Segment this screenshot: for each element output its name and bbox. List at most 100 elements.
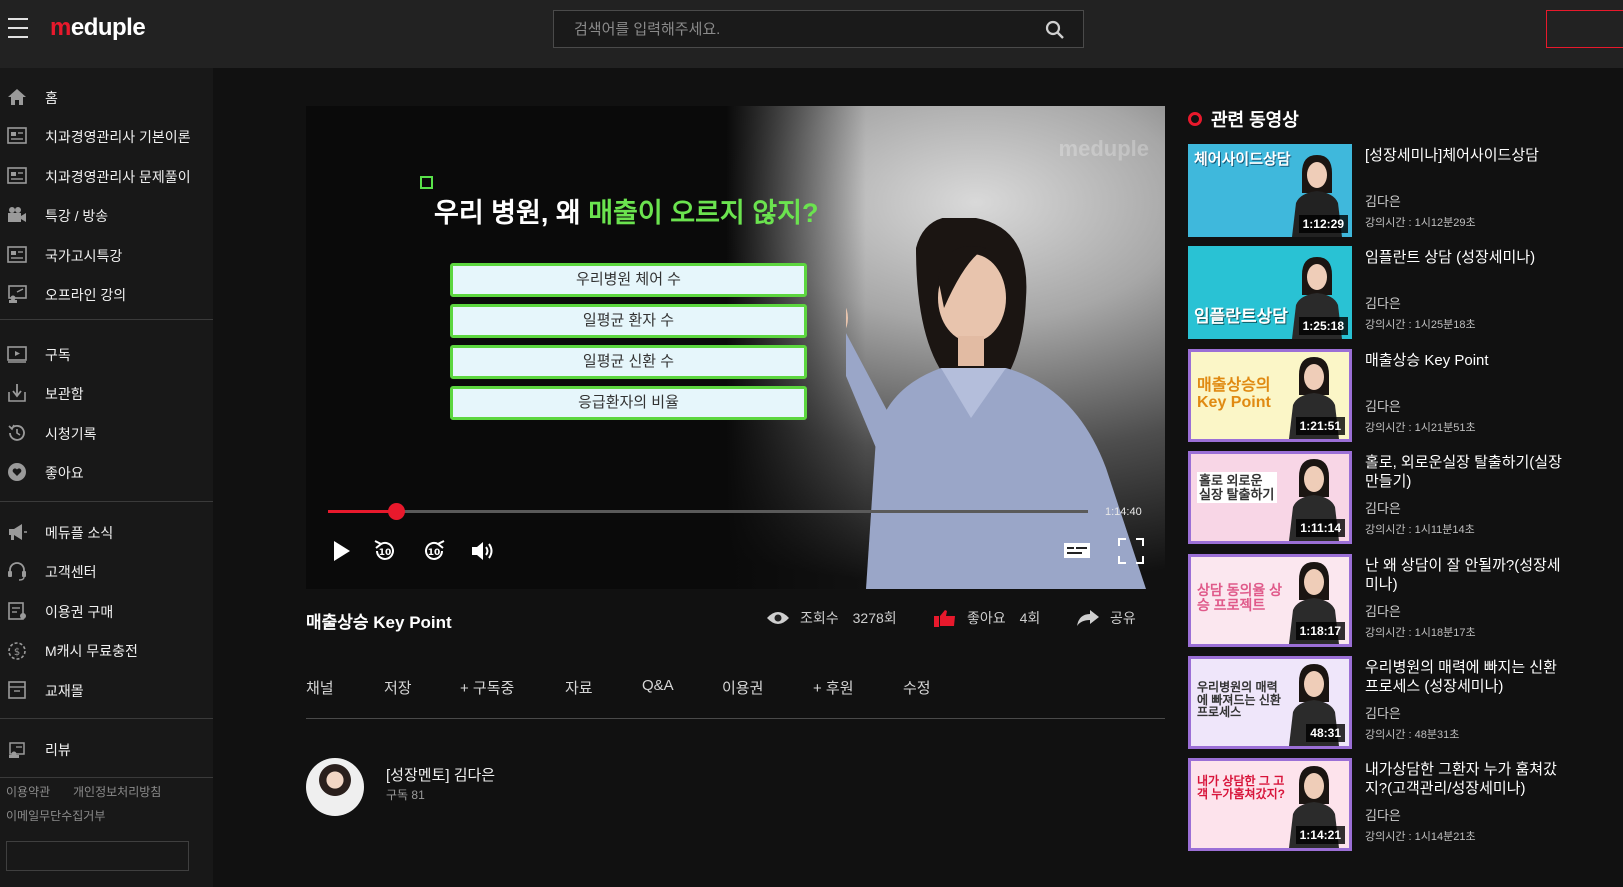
channel-name[interactable]: [성장멘토] 김다은 [386, 764, 495, 785]
sidebar-item-label: 치과경영관리사 기본이론 [45, 129, 191, 145]
tab-subscribing[interactable]: + 구독중 [460, 677, 514, 698]
video-thumbnail[interactable]: 우리병원의 매력에 빠져드는 신환 프로세스 48:31 [1188, 656, 1352, 749]
related-video-title[interactable]: 난 왜 상담이 잘 안될까?(성장세미나) [1365, 556, 1565, 594]
sidebar-item-bookstore[interactable]: 교재몰 [0, 672, 213, 708]
sidebar-item-label: 고객센터 [45, 564, 97, 580]
tab-materials[interactable]: 자료 [565, 677, 593, 698]
sidebar-item-storage[interactable]: 보관함 [0, 375, 213, 411]
related-video-author: 김다은 [1365, 194, 1401, 209]
video-player[interactable]: meduple 우리 병원, 왜 매출이 오르지 않지? 우리병원 체어 수 일… [306, 106, 1165, 589]
video-thumbnail[interactable]: 체어사이드상담 1:12:29 [1188, 144, 1352, 237]
terms-link[interactable]: 이용약관 [6, 783, 50, 800]
family-site-select[interactable] [6, 841, 189, 871]
related-video-item[interactable]: 체어사이드상담 1:12:29 [성장세미나]체어사이드상담 김다은 강의시간 … [1188, 144, 1568, 239]
share-button[interactable]: 공유 [1076, 608, 1136, 628]
related-video-title[interactable]: 내가상담한 그환자 누가 훔쳐갔지?(고객관리/성장세미나) [1365, 760, 1565, 798]
related-video-title[interactable]: 홀로, 외로운실장 탈출하기(실장만들기) [1365, 453, 1565, 491]
sidebar-item-special-broadcast[interactable]: 특강 / 방송 [0, 197, 213, 233]
share-icon [1077, 610, 1099, 626]
tab-edit[interactable]: 수정 [903, 677, 931, 698]
progress-bar[interactable] [328, 503, 1088, 520]
related-video-title[interactable]: 임플란트 상담 (성장세미나) [1365, 248, 1565, 267]
video-thumbnail[interactable]: 매출상승의 Key Point 1:21:51 [1188, 349, 1352, 442]
tabs-divider [306, 718, 1165, 719]
tab-qna[interactable]: Q&A [642, 677, 674, 694]
slide-item: 우리병원 체어 수 [450, 263, 807, 297]
subscribe-icon [7, 346, 27, 363]
thumbs-up-icon [934, 610, 955, 627]
camera-icon [8, 207, 26, 222]
menu-icon[interactable] [8, 18, 28, 40]
sidebar-item-national-exam[interactable]: 국가고시특강 [0, 237, 213, 273]
related-video-author: 김다은 [1365, 604, 1401, 619]
sidebar-item-subscribe[interactable]: 구독 [0, 336, 213, 372]
related-video-duration: 강의시간 : 1시14분21초 [1365, 831, 1476, 843]
svg-text:10: 10 [428, 548, 441, 558]
like-button[interactable]: 좋아요 4회 [933, 608, 1040, 628]
sidebar-item-home[interactable]: 홈 [0, 79, 213, 115]
related-video-item[interactable]: 상담 동의율 상승 프로젝트 1:18:17 난 왜 상담이 잘 안될까?(성장… [1188, 554, 1568, 649]
video-thumbnail[interactable]: 임플란트상담 1:25:18 [1188, 246, 1352, 339]
heart-icon [8, 463, 26, 481]
sidebar-item-label: 교재몰 [45, 683, 84, 699]
sidebar-item-support[interactable]: 고객센터 [0, 553, 213, 589]
sidebar-item-mcash[interactable]: $ M캐시 무료충전 [0, 632, 213, 668]
classroom-icon [8, 285, 27, 303]
time-remaining: 1:14:40 [1105, 506, 1142, 518]
sidebar-item-basic-theory[interactable]: 치과경영관리사 기본이론 [0, 118, 213, 154]
related-video-author: 김다은 [1365, 808, 1401, 823]
review-icon [9, 742, 25, 758]
fullscreen-icon[interactable] [1116, 536, 1146, 566]
related-video-title[interactable]: 매출상승 Key Point [1365, 351, 1565, 370]
related-video-duration: 강의시간 : 1시11분14초 [1365, 524, 1475, 536]
sidebar-item-review[interactable]: 리뷰 [0, 731, 213, 767]
related-video-item[interactable]: 홀로 외로운 실장 탈출하기 1:11:14 홀로, 외로운실장 탈출하기(실장… [1188, 451, 1568, 546]
volume-icon[interactable] [468, 536, 498, 566]
related-video-item[interactable]: 우리병원의 매력에 빠져드는 신환 프로세스 48:31 우리병원의 매력에 빠… [1188, 656, 1568, 751]
logo[interactable]: meduple [50, 14, 146, 42]
tab-save[interactable]: 저장 [384, 677, 412, 698]
forward-10-icon[interactable]: 10 [419, 536, 449, 566]
video-title: 매출상승 Key Point [306, 613, 452, 632]
privacy-link[interactable]: 개인정보처리방침 [73, 783, 161, 800]
related-video-item[interactable]: 매출상승의 Key Point 1:21:51 매출상승 Key Point 김… [1188, 349, 1568, 444]
tab-pass[interactable]: 이용권 [722, 677, 763, 698]
video-thumbnail[interactable]: 내가 상담한 그 고객 누가훔쳐갔지? 1:14:21 [1188, 758, 1352, 851]
avatar[interactable] [306, 758, 364, 816]
subtitles-icon[interactable] [1062, 536, 1092, 566]
sidebar: 홈 치과경영관리사 기본이론 치과경영관리사 문제풀이 특강 / 방송 국가고시… [0, 68, 213, 887]
related-video-duration: 강의시간 : 1시21분51초 [1365, 422, 1476, 434]
tab-channel[interactable]: 채널 [306, 677, 334, 698]
view-count: 조회수 3278회 [766, 608, 897, 628]
book-icon [8, 681, 26, 699]
sidebar-item-news[interactable]: 메듀플 소식 [0, 514, 213, 550]
related-video-title[interactable]: 우리병원의 매력에 빠지는 신환프로세스 (성장세미나) [1365, 658, 1565, 696]
lecture-icon [7, 127, 27, 144]
search-icon[interactable] [1045, 20, 1065, 40]
related-video-item[interactable]: 내가 상담한 그 고객 누가훔쳐갔지? 1:14:21 내가상담한 그환자 누가… [1188, 758, 1568, 853]
coin-icon: $ [8, 642, 26, 660]
related-video-title[interactable]: [성장세미나]체어사이드상담 [1365, 146, 1565, 165]
sidebar-divider [0, 718, 213, 719]
sidebar-item-likes[interactable]: 좋아요 [0, 454, 213, 490]
sidebar-item-offline[interactable]: 오프라인 강의 [0, 276, 213, 312]
video-thumbnail[interactable]: 상담 동의율 상승 프로젝트 1:18:17 [1188, 554, 1352, 647]
sidebar-item-history[interactable]: 시청기록 [0, 415, 213, 451]
slide-corner-mark [420, 176, 433, 189]
video-thumbnail[interactable]: 홀로 외로운 실장 탈출하기 1:11:14 [1188, 451, 1352, 544]
sidebar-item-problem-solving[interactable]: 치과경영관리사 문제풀이 [0, 158, 213, 194]
rewind-10-icon[interactable]: 10 [370, 536, 400, 566]
search-input[interactable] [554, 11, 1034, 47]
email-policy-link[interactable]: 이메일무단수집거부 [6, 807, 105, 824]
tab-sponsor[interactable]: + 후원 [813, 677, 854, 698]
sidebar-item-label: 특강 / 방송 [45, 208, 109, 224]
history-icon [8, 424, 25, 441]
related-video-item[interactable]: 임플란트상담 1:25:18 임플란트 상담 (성장세미나) 김다은 강의시간 … [1188, 246, 1568, 341]
sidebar-item-label: 메듀플 소식 [45, 525, 114, 541]
sidebar-item-pass-purchase[interactable]: 이용권 구매 [0, 593, 213, 629]
play-icon[interactable] [326, 536, 356, 566]
sidebar-item-label: 보관함 [45, 386, 84, 402]
related-video-author: 김다은 [1365, 706, 1401, 721]
login-button[interactable] [1546, 10, 1623, 48]
related-video-duration: 강의시간 : 1시18분17초 [1365, 627, 1476, 639]
